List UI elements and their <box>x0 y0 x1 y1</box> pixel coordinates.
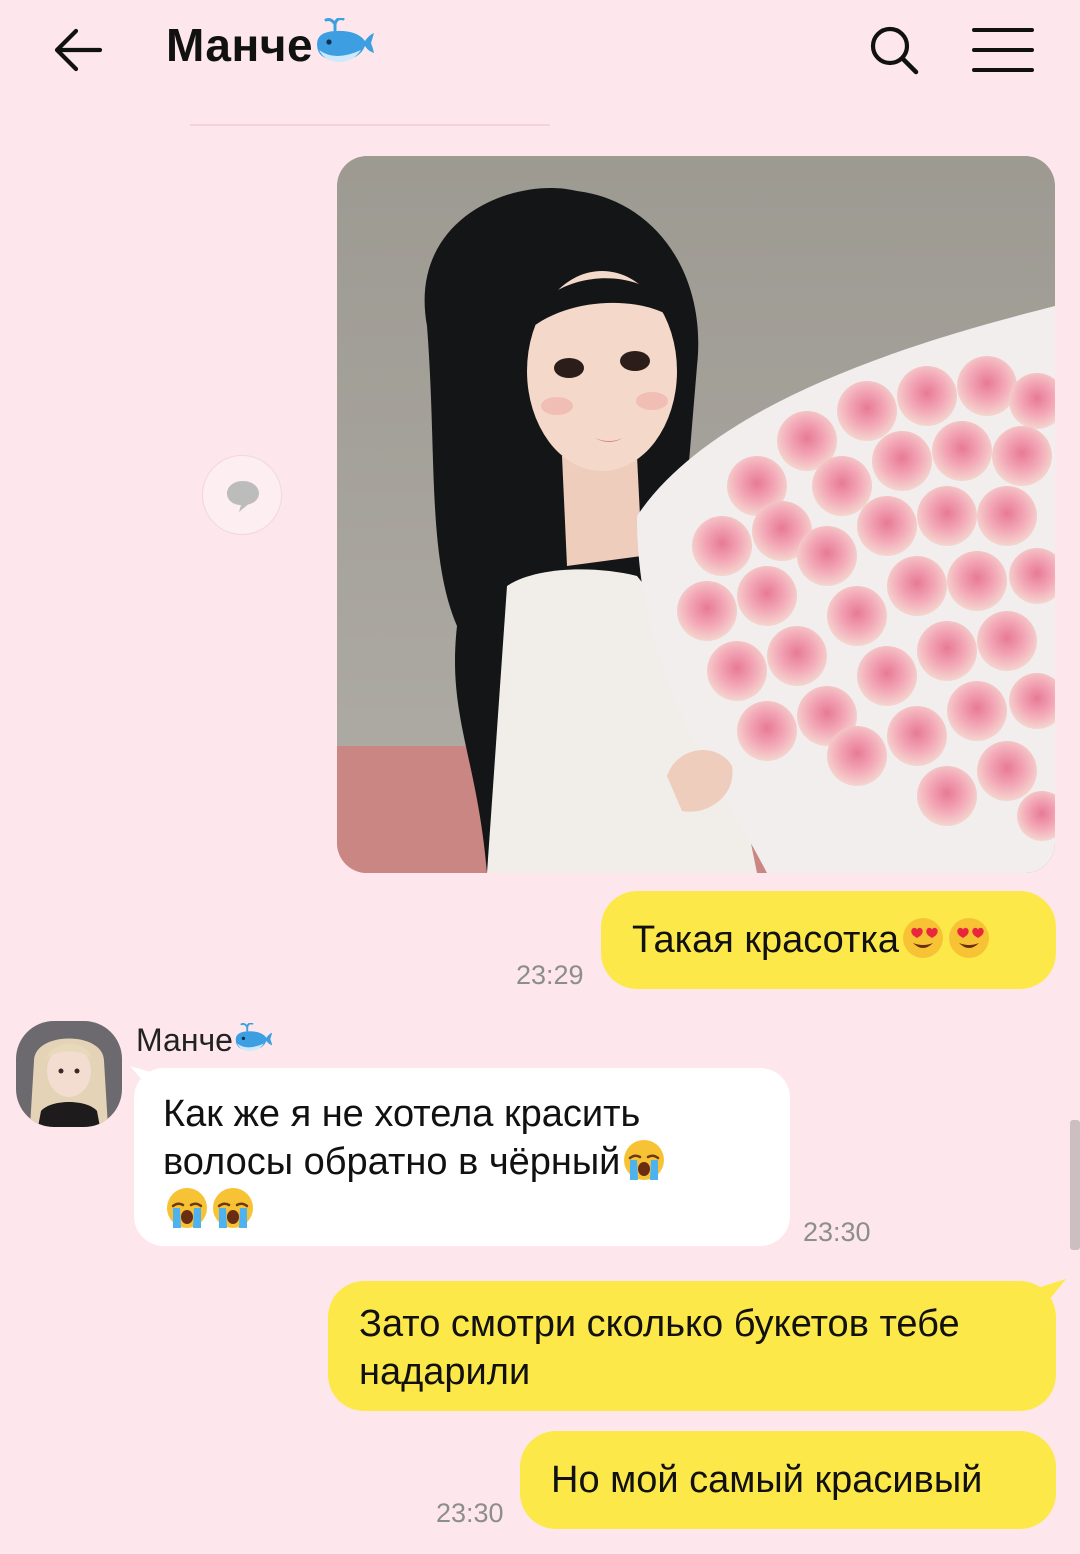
crying-face-emoji-icon <box>167 1188 207 1228</box>
search-icon[interactable] <box>862 18 926 82</box>
message-text-line: волосы обратно в чёрный <box>163 1141 621 1183</box>
outgoing-message-bubble[interactable]: Зато смотри сколько букетов тебе надарил… <box>328 1281 1056 1411</box>
message-text-line: Зато смотри сколько букетов тебе <box>359 1303 960 1345</box>
photo-message[interactable] <box>337 156 1055 873</box>
crying-face-emoji-icon <box>213 1188 253 1228</box>
message-text: Но мой самый красивый <box>551 1459 983 1501</box>
heart-eyes-emoji-icon <box>902 918 943 958</box>
sender-name: Манче <box>136 1021 273 1063</box>
sender-avatar[interactable] <box>16 1021 122 1127</box>
chat-title[interactable]: Манче <box>166 17 375 79</box>
scrollbar-thumb[interactable] <box>1070 1120 1080 1250</box>
heart-eyes-emoji-icon <box>948 918 989 958</box>
outgoing-message-bubble[interactable]: Такая красотка <box>601 891 1056 989</box>
whale-emoji-icon <box>313 17 375 79</box>
whale-emoji-icon <box>233 1021 273 1063</box>
menu-hamburger-icon[interactable] <box>970 22 1036 78</box>
incoming-message-bubble[interactable]: Как же я не хотела красить волосы обратн… <box>134 1068 790 1246</box>
message-time: 23:29 <box>516 960 584 990</box>
back-arrow-icon[interactable] <box>48 20 108 80</box>
sender-name-text: Манче <box>136 1022 233 1058</box>
message-text: Такая красотка <box>632 919 899 961</box>
share-comment-icon[interactable] <box>202 455 282 535</box>
chat-title-text: Манче <box>166 19 314 71</box>
outgoing-message-bubble[interactable]: Но мой самый красивый <box>520 1431 1056 1529</box>
message-text-line: Как же я не хотела красить <box>163 1093 641 1135</box>
message-text-line: надарили <box>359 1351 531 1393</box>
header-divider <box>190 124 550 126</box>
photo-girl-with-roses <box>337 156 1055 873</box>
crying-face-emoji-icon <box>624 1140 665 1180</box>
message-time: 23:30 <box>436 1498 504 1528</box>
message-time: 23:30 <box>803 1217 871 1247</box>
chat-header: Манче <box>0 0 1080 100</box>
